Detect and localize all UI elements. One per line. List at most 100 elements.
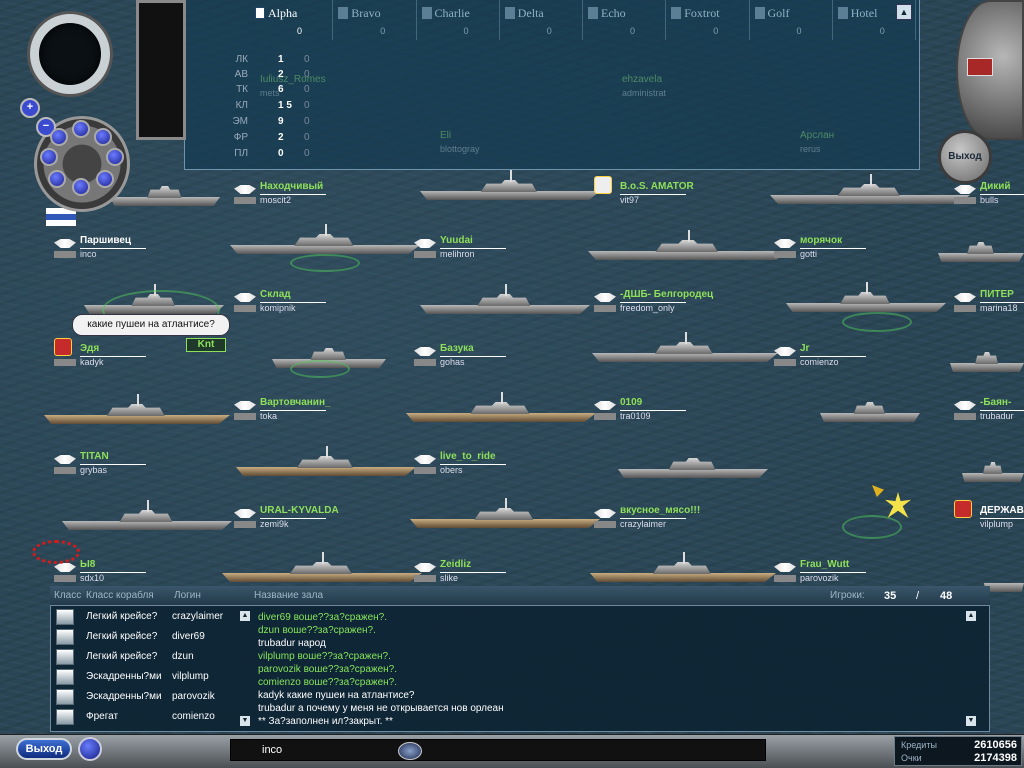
player-login: vilplump [980, 519, 1014, 529]
tab-alpha[interactable]: Alpha 0 [250, 0, 334, 40]
player-login: parovozik [800, 573, 839, 583]
rank-bar-icon [54, 251, 76, 258]
player-label[interactable]: -Баян-trubadur [954, 397, 1024, 426]
ship[interactable] [590, 552, 776, 582]
ship[interactable] [410, 498, 600, 528]
player-login: vit97 [620, 195, 640, 205]
rank-bar-icon [774, 359, 796, 366]
compass-e-button[interactable] [106, 148, 124, 166]
chat-scroll-down-button[interactable]: ▼ [966, 716, 976, 726]
player-label[interactable]: Ы8 sdx10 [54, 559, 146, 588]
player-row[interactable]: Легкий крейсе? crazylaimer [56, 608, 250, 627]
tab-foxtrot[interactable]: Foxtrot 0 [666, 0, 750, 40]
selection-ring [842, 515, 902, 539]
player-label[interactable]: вкусное_мясо!!! crazylaimer [594, 505, 700, 534]
class-row: КЛ 1 50 [235, 100, 310, 111]
player-login: comienzo [800, 357, 839, 367]
ship[interactable] [236, 446, 416, 476]
ship[interactable] [420, 170, 600, 200]
ship[interactable] [420, 284, 590, 314]
ship[interactable] [222, 552, 422, 582]
player-label[interactable]: Базука gohas [414, 343, 506, 372]
player-label[interactable]: Паршивец inco [54, 235, 146, 264]
chat-scroll-up-button[interactable]: ▲ [966, 611, 976, 621]
send-button[interactable] [398, 742, 422, 760]
player-label[interactable]: Находчивый moscit2 [234, 181, 326, 210]
tab-bravo[interactable]: Bravo 0 [333, 0, 417, 40]
compass-s-button[interactable] [72, 178, 90, 196]
player-row[interactable]: Фрегат comienzo [56, 708, 250, 727]
ship[interactable] [406, 392, 596, 422]
ship[interactable] [230, 224, 420, 254]
tab-charlie[interactable]: Charlie 0 [417, 0, 500, 40]
ship[interactable] [618, 452, 768, 478]
player-label[interactable]: Эдя kadyk [54, 338, 146, 372]
ship[interactable] [770, 174, 970, 204]
player-label[interactable]: ДЕРЖАВА vilplump [954, 500, 1024, 534]
ship-name: Находчивый [260, 181, 324, 192]
tab-golf[interactable]: Golf 0 [750, 0, 833, 40]
ship[interactable] [592, 332, 778, 362]
exit-button[interactable]: Выход [16, 738, 72, 760]
exit-button-top[interactable]: Выход [938, 130, 992, 184]
player-label[interactable]: Jr comienzo [774, 343, 866, 372]
ship[interactable] [938, 236, 1024, 262]
player-row[interactable]: Эскадренны?ми parovozik [56, 688, 250, 707]
ship[interactable] [950, 346, 1024, 372]
team-tabs: Alpha 0 Bravo 0 Charlie 0 Delta 0 Echo 0 Foxt… [250, 0, 916, 40]
player-label[interactable]: Вартовчанин_ toka [234, 397, 331, 426]
player-label[interactable]: B.o.S. AMATOR vit97 [594, 176, 694, 210]
menu-dropdown-button[interactable] [78, 737, 102, 761]
team-flag-icon [338, 7, 349, 19]
scroll-up-button[interactable]: ▲ [896, 4, 912, 20]
ship[interactable] [984, 566, 1024, 592]
ship-class-icon [56, 649, 74, 665]
player-label[interactable]: URAL-KYVALDA zemi9k [234, 505, 339, 534]
chat-input[interactable] [230, 739, 766, 761]
player-row[interactable]: Эскадренны?ми vilplump [56, 668, 250, 687]
speech-bubble: какие пушеи на атлантисе? [72, 314, 230, 336]
ship[interactable] [110, 180, 220, 206]
ship[interactable] [62, 500, 232, 530]
player-label[interactable]: Frau_Wutt parovozik [774, 559, 866, 588]
chat-line: trubadur народ [258, 638, 326, 649]
compass-w-button[interactable] [40, 148, 58, 166]
tab-delta[interactable]: Delta 0 [500, 0, 583, 40]
ship[interactable] [44, 394, 230, 424]
player-row[interactable]: Легкий крейсе? diver69 [56, 628, 250, 647]
ship[interactable] [820, 396, 920, 422]
player-label[interactable]: -ДШБ- Белгородец freedom_only [594, 289, 713, 318]
player-login: slike [440, 573, 459, 583]
rank-bar-icon [234, 197, 256, 204]
player-label[interactable]: 0109 tra0109 [594, 397, 686, 426]
zoom-in-button[interactable]: + [20, 98, 40, 118]
player-label[interactable]: морячок gotti [774, 235, 866, 264]
player-label[interactable]: Yuudai melihron [414, 235, 506, 264]
ship-name: Вартовчанин_ [260, 397, 331, 408]
compass-sw-button[interactable] [48, 170, 66, 188]
player-label[interactable]: TITAN grybas [54, 451, 146, 480]
players-scroll-up-button[interactable]: ▲ [240, 611, 250, 621]
compass-n-button[interactable] [72, 120, 90, 138]
player-label[interactable]: Дикий bulls [954, 181, 1024, 210]
compass-se-button[interactable] [96, 170, 114, 188]
rank-bar-icon [594, 413, 616, 420]
player-label[interactable]: ПИТЕР marina18 [954, 289, 1024, 318]
periscope-screen [136, 0, 186, 140]
rank-bar-icon [54, 467, 76, 474]
player-label[interactable]: live_to_ride obers [414, 451, 506, 480]
tab-echo[interactable]: Echo 0 [583, 0, 667, 40]
ship[interactable] [588, 220, 788, 260]
rank-insignia-icon [414, 455, 436, 464]
player-login: inco [80, 249, 97, 259]
ship-name: Zeidliz [440, 559, 472, 570]
compass-ne-button[interactable] [94, 128, 112, 146]
ship[interactable] [786, 282, 946, 312]
player-row[interactable]: Легкий крейсе? dzun [56, 648, 250, 667]
players-scroll-down-button[interactable]: ▼ [240, 716, 250, 726]
ship[interactable] [962, 456, 1024, 482]
compass-nw-button[interactable] [50, 128, 68, 146]
player-label[interactable]: Склад komipnik [234, 289, 326, 318]
selection-ring [290, 254, 360, 272]
player-label[interactable]: Zeidliz slike [414, 559, 506, 588]
